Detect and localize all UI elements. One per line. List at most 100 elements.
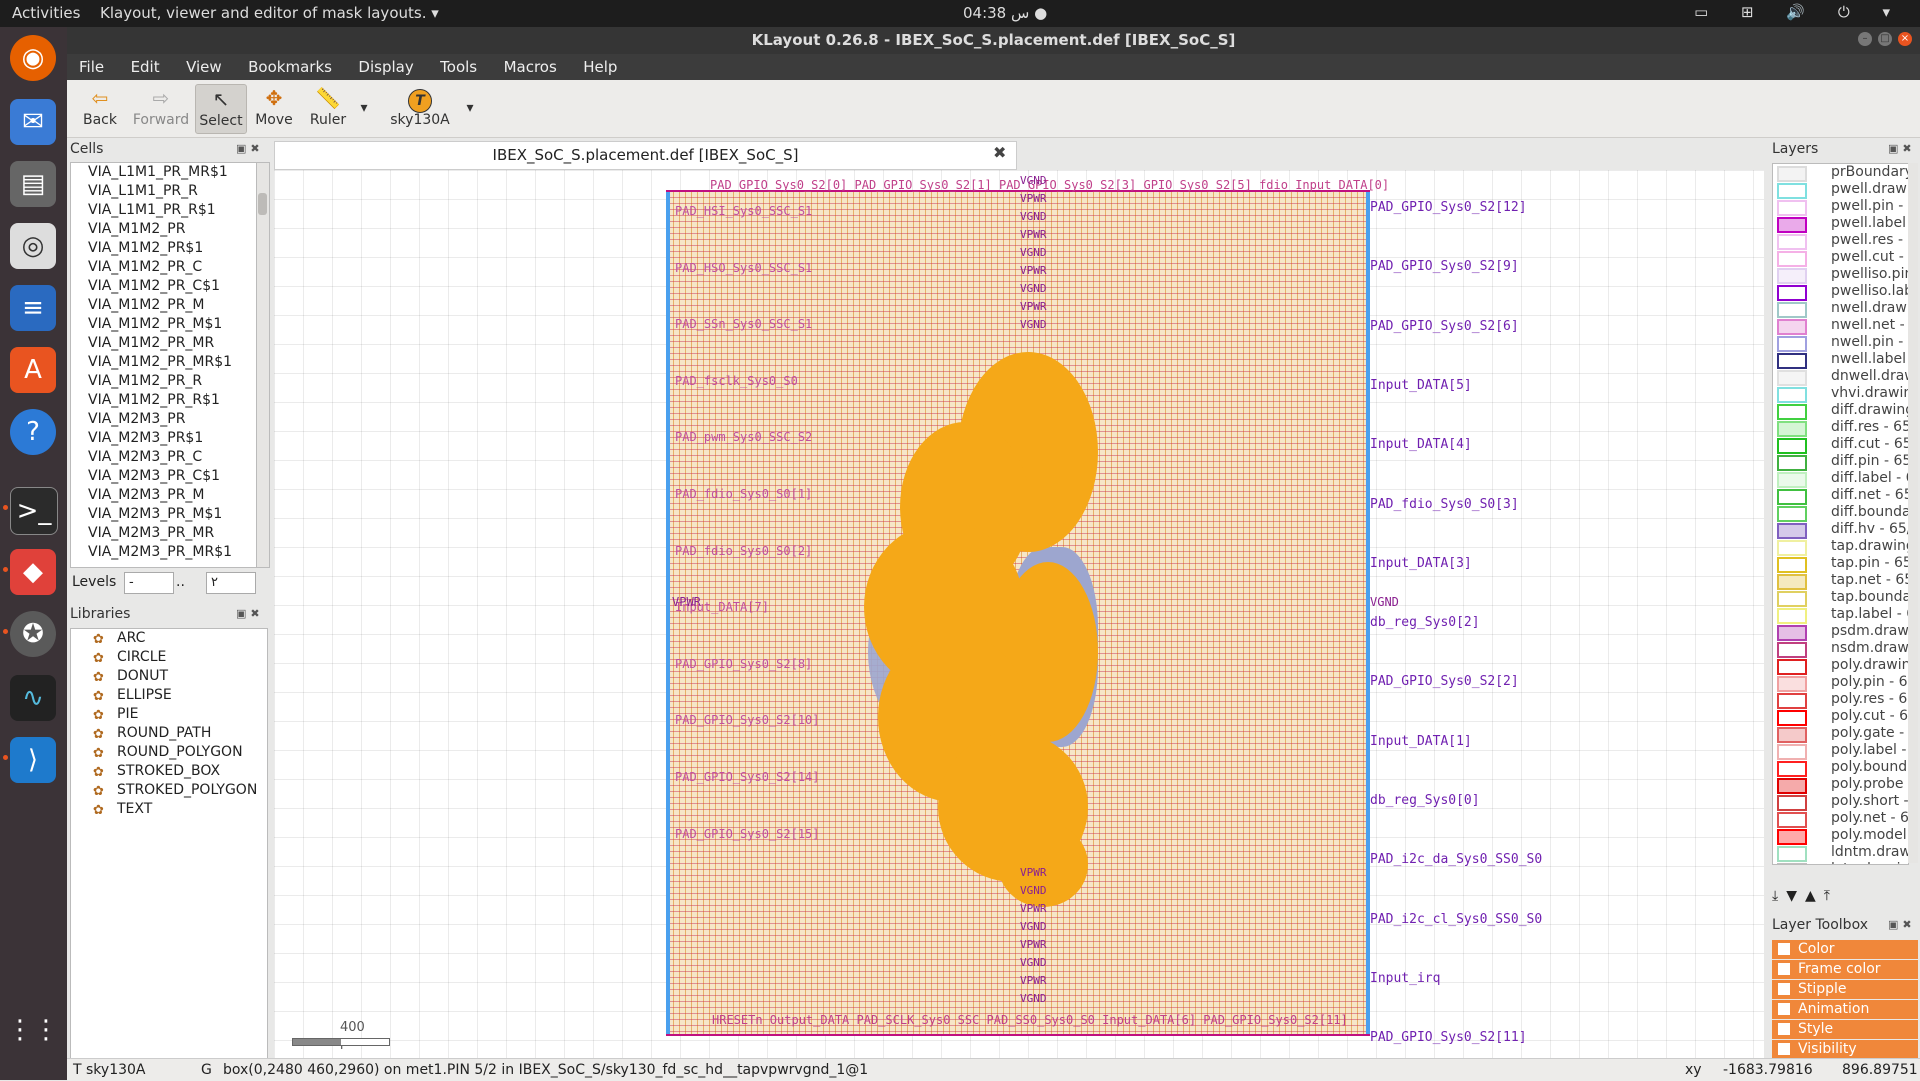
right-pin-label[interactable]: PAD_i2c_cl_Sys0_SS0_S0 [1370,912,1542,927]
layout-tab[interactable]: IBEX_SoC_S.placement.def [IBEX_SoC_S] [274,141,1017,170]
forward-button[interactable]: ⇨ Forward [129,84,193,128]
levels-from-spinbox[interactable]: - [124,572,174,594]
layer-swatch[interactable] [1777,625,1807,641]
cell-list-item[interactable]: VIA_M1M2_PR_R [71,372,257,391]
left-pin-label[interactable]: PAD_fsclk_Sys0_S0 [675,374,798,388]
left-pin-label[interactable]: PAD_pwm_Sys0_SSC_S2 [675,430,812,444]
cell-list-item[interactable]: VIA_L1M1_PR_MR$1 [71,163,257,182]
layer-row[interactable]: nwell.label [1773,351,1908,369]
layer-row[interactable]: poly.label - 6 [1773,742,1908,760]
layer-row[interactable]: prBoundary [1773,164,1908,182]
layer-swatch[interactable] [1777,234,1807,250]
app-menu[interactable]: Klayout, viewer and editor of mask layou… [100,4,439,22]
toolbox-checkbox[interactable] [1778,943,1790,955]
layer-swatch[interactable] [1777,353,1807,369]
layer-swatch[interactable] [1777,285,1807,301]
cell-list-item[interactable]: VIA_M1M2_PR_M [71,296,257,315]
layer-row[interactable]: diff.hv - 65/ [1773,521,1908,539]
right-pin-label[interactable]: PAD_GPIO_Sys0_S2[11] [1370,1030,1527,1045]
software-center-icon[interactable]: A [10,347,56,393]
library-item[interactable]: ✿ STROKED_BOX [71,762,267,781]
move-tool-button[interactable]: ✥ Move [249,84,299,128]
system-monitor-icon[interactable]: ∿ [10,675,56,721]
system-tray[interactable]: ▭ ⊞ 🔊 ⏻ ▾ [1694,3,1904,21]
right-pin-label[interactable]: Input_DATA[1] [1370,734,1472,749]
library-item[interactable]: ✿ DONUT [71,667,267,686]
layer-row[interactable]: diff.net - 65 [1773,487,1908,505]
layer-swatch[interactable] [1777,710,1807,726]
toolbox-panel-controls[interactable]: ▣✖ [1888,918,1916,931]
layer-swatch[interactable] [1777,795,1807,811]
layer-row[interactable]: diff.cut - 65 [1773,436,1908,454]
cell-list-item[interactable]: VIA_M2M3_PR$1 [71,429,257,448]
layer-row[interactable]: poly.short - 6 [1773,793,1908,811]
layer-swatch[interactable] [1777,540,1807,556]
library-item[interactable]: ✿ STROKED_POLYGON [71,781,267,800]
cell-list-item[interactable]: VIA_M2M3_PR_C [71,448,257,467]
menu-view[interactable]: View [186,54,222,80]
layer-row[interactable]: poly.model [1773,827,1908,845]
cell-list-item[interactable]: VIA_M2M3_PR_MR$1 [71,543,257,562]
cell-list-item[interactable]: VIA_M1M2_PR_MR$1 [71,353,257,372]
rhythmbox-icon[interactable]: ◎ [10,223,56,269]
layer-row[interactable]: ldntm.drawing [1773,844,1908,862]
menu-tools[interactable]: Tools [440,54,477,80]
menu-bookmarks[interactable]: Bookmarks [248,54,332,80]
layer-swatch[interactable] [1777,251,1807,267]
layer-swatch[interactable] [1777,268,1807,284]
cell-list-item[interactable]: VIA_M1M2_PR_C [71,258,257,277]
maximize-icon[interactable]: □ [1878,32,1892,46]
menu-edit[interactable]: Edit [131,54,160,80]
library-item[interactable]: ✿ ELLIPSE [71,686,267,705]
left-pin-label[interactable]: PAD_SSn_Sys0_SSC_S1 [675,317,812,331]
toolbox-checkbox[interactable] [1778,963,1790,975]
library-item[interactable]: ✿ CIRCLE [71,648,267,667]
toolbox-section[interactable]: Animation [1772,1000,1918,1019]
layer-swatch[interactable] [1777,421,1807,437]
library-item[interactable]: ✿ ROUND_POLYGON [71,743,267,762]
layer-swatch[interactable] [1777,591,1807,607]
left-pin-label[interactable]: PAD_HSO_Sys0_SSC_S1 [675,261,812,275]
right-pin-label[interactable]: PAD_GPIO_Sys0_S2[9] [1370,259,1519,274]
menu-help[interactable]: Help [583,54,617,80]
terminal-icon[interactable]: >_ [10,487,58,535]
layer-row[interactable]: pwelliso.label [1773,283,1908,301]
libraries-panel-controls[interactable]: ▣✖ [236,607,264,620]
left-pin-label[interactable]: PAD_fdio_Sys0_S0[1] [675,487,812,501]
help-icon[interactable]: ? [10,409,56,455]
right-pin-label[interactable]: Input_DATA[4] [1370,437,1472,452]
activities-button[interactable]: Activities [12,4,80,22]
layer-row[interactable]: tap.label - 6 [1773,606,1908,624]
levels-to-spinbox[interactable]: ٢ [206,572,256,594]
right-pin-label[interactable]: Input_DATA[5] [1370,378,1472,393]
cell-list-item[interactable]: VIA_M1M2_PR$1 [71,239,257,258]
layer-swatch[interactable] [1777,319,1807,335]
toolbox-checkbox[interactable] [1778,1043,1790,1055]
toolbox-checkbox[interactable] [1778,1003,1790,1015]
left-pin-label[interactable]: PAD_GPIO_Sys0_S2[14] [675,770,820,784]
library-item[interactable]: ✿ ARC [71,629,267,648]
layer-swatch[interactable] [1777,574,1807,590]
right-pin-label[interactable]: Input_irq [1370,971,1440,986]
anydesk-icon[interactable]: ◆ [10,549,56,595]
writer-icon[interactable]: ≡ [10,285,56,331]
right-pin-label[interactable]: db_reg_Sys0[0] [1370,793,1480,808]
tech-dropdown-icon[interactable]: ▾ [463,100,477,116]
right-pin-label[interactable]: PAD_GPIO_Sys0_S2[2] [1370,674,1519,689]
minimize-icon[interactable]: – [1858,32,1872,46]
layer-row[interactable]: poly.probe [1773,776,1908,794]
cell-list-item[interactable]: VIA_M2M3_PR_M [71,486,257,505]
files-icon[interactable]: ▤ [10,161,56,207]
layer-swatch[interactable] [1777,761,1807,777]
layer-row[interactable]: tap.drawing [1773,538,1908,556]
layer-row[interactable]: pwell.label [1773,215,1908,233]
library-item[interactable]: ✿ PIE [71,705,267,724]
cells-panel-controls[interactable]: ▣✖ [236,142,264,155]
right-pin-label[interactable]: PAD_GPIO_Sys0_S2[12] [1370,200,1527,215]
layer-row[interactable]: lvtn.drawing [1773,861,1908,864]
menu-macros[interactable]: Macros [504,54,557,80]
menu-display[interactable]: Display [358,54,413,80]
layer-row[interactable]: psdm.drawing [1773,623,1908,641]
layer-row[interactable]: dnwell.drawing [1773,368,1908,386]
cell-list-item[interactable]: VIA_M2M3_PR_C$1 [71,467,257,486]
